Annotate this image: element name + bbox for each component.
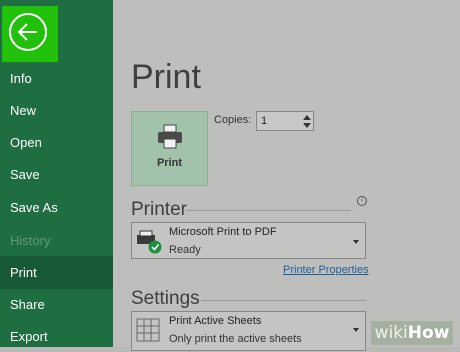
copies-value: 1 [261, 115, 268, 127]
sidebar-item-save[interactable]: Save [0, 160, 113, 190]
page-title: Print [131, 58, 201, 96]
printer-divider [186, 210, 351, 211]
printer-icon [158, 124, 182, 149]
print-panel: Print Print Copies: 1 Printer i Microsof… [113, 0, 460, 351]
info-icon[interactable]: i [357, 196, 367, 206]
printer-name: Microsoft Print to PDF [169, 226, 277, 238]
settings-divider [201, 300, 366, 301]
settings-option: Print Active Sheets [169, 315, 262, 327]
chevron-up-icon[interactable] [303, 115, 311, 120]
watermark-wiki: wiki [374, 323, 408, 343]
print-button-label: Print [156, 157, 183, 169]
sidebar-item-new[interactable]: New [0, 96, 113, 126]
printer-ready-icon [137, 230, 162, 254]
sidebar-item-info[interactable]: Info [0, 64, 113, 94]
copies-label: Copies: [214, 114, 252, 126]
settings-heading: Settings [131, 288, 200, 309]
printer-heading: Printer [131, 199, 187, 220]
sidebar-item-share[interactable]: Share [0, 290, 113, 320]
dropdown-caret-icon [353, 240, 359, 244]
dropdown-caret-icon [353, 328, 359, 332]
backstage-sidebar: Info New Open Save Save As History Print… [0, 0, 113, 347]
printer-select[interactable]: Microsoft Print to PDF Ready [131, 222, 366, 259]
watermark-how: How [407, 323, 450, 343]
print-button[interactable]: Print [131, 111, 208, 186]
printer-status: Ready [169, 244, 201, 256]
printer-properties-link[interactable]: Printer Properties [283, 264, 369, 276]
back-button[interactable] [2, 6, 58, 62]
sidebar-item-print[interactable]: Print [0, 256, 113, 289]
sidebar-item-history: History [10, 233, 51, 248]
chevron-down-icon[interactable] [303, 123, 311, 128]
sidebar-item-save-as[interactable]: Save As [0, 193, 113, 223]
print-what-select[interactable]: Print Active Sheets Only print the activ… [131, 311, 366, 351]
settings-option-sub: Only print the active sheets [169, 333, 302, 345]
sidebar-item-export[interactable]: Export [0, 322, 113, 352]
copies-stepper[interactable]: 1 [256, 111, 314, 131]
sheet-grid-icon [136, 318, 160, 342]
sidebar-item-open[interactable]: Open [0, 128, 113, 158]
back-arrow-icon [9, 13, 47, 51]
wikihow-watermark: wikiHow [371, 321, 453, 345]
